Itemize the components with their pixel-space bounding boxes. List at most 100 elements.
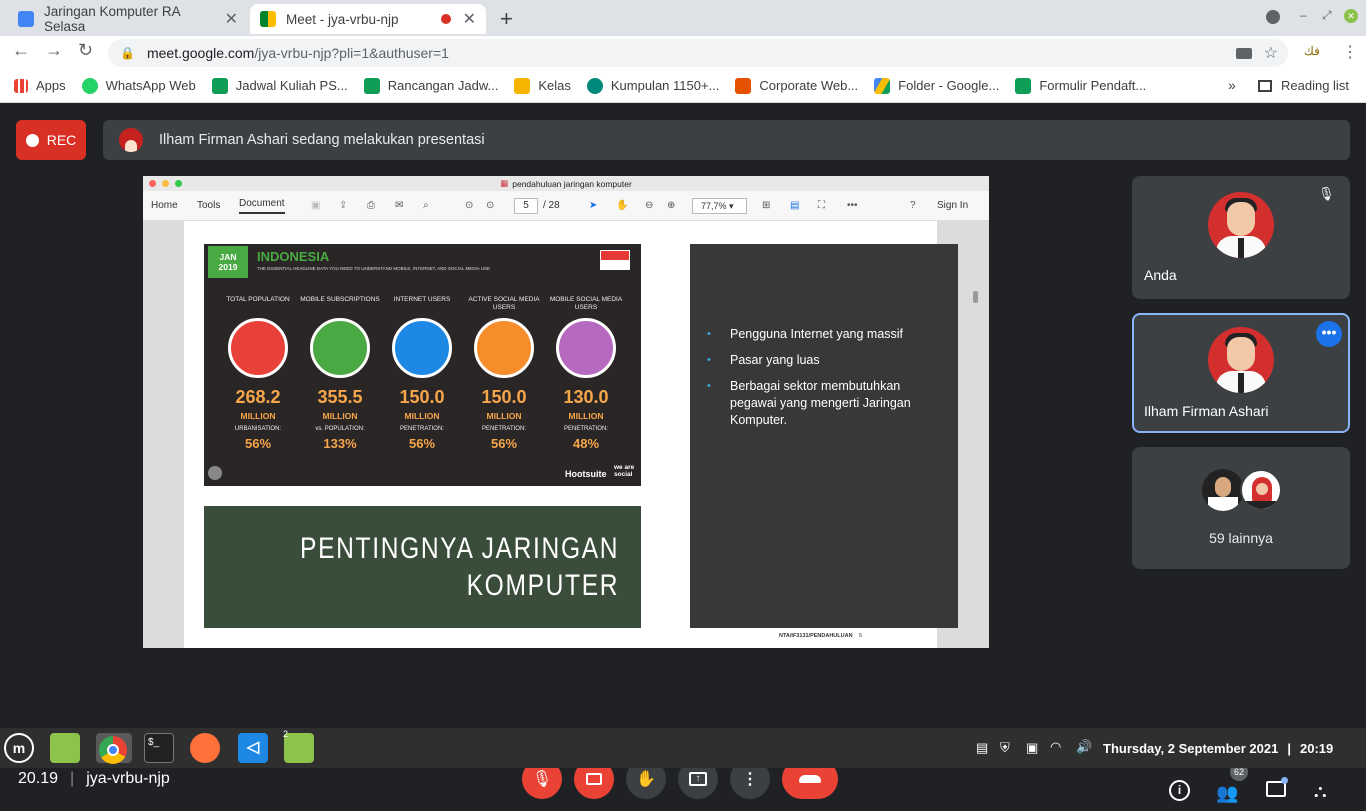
forward-icon[interactable]: → — [45, 40, 63, 61]
stat-sub-label: vs. POPULATION: — [315, 426, 365, 432]
stat-percent: 48% — [572, 436, 600, 451]
heading-line: PENTINGNYA JARINGAN — [299, 532, 619, 565]
wifi-icon[interactable]: ◠ — [1050, 739, 1061, 755]
activities-icon[interactable]: ⛬ — [1314, 781, 1327, 802]
stat-label: MOBILE SUBSCRIPTIONS — [300, 296, 380, 303]
fit-page-icon[interactable]: ⊞ — [762, 200, 770, 211]
bookmark-kelas[interactable]: Kelas — [514, 77, 571, 94]
tile-others[interactable]: 59 lainnya — [1132, 447, 1350, 569]
zoom-in-icon[interactable]: ⊕ — [667, 200, 675, 211]
rec-dot-icon — [25, 133, 39, 147]
shield-icon[interactable]: ⛨ — [1000, 740, 1010, 756]
help-icon[interactable]: ? — [910, 200, 916, 211]
tab-search-icon[interactable] — [1266, 10, 1280, 24]
badge-year: 2019 — [218, 262, 238, 272]
page-input[interactable]: 5 — [514, 197, 538, 214]
bookmark-label: WhatsApp Web — [105, 78, 196, 93]
tab-jaringan[interactable]: Jaringan Komputer RA Selasa ✕ — [8, 4, 248, 34]
slide-stats: JAN 2019 INDONESIA THE ESSENTIAL HEADLIN… — [204, 244, 641, 486]
bookmark-folder[interactable]: Folder - Google... — [874, 77, 1000, 94]
scroll-mode-icon[interactable]: ▤ — [790, 200, 799, 211]
more-options-icon[interactable]: ••• — [1316, 321, 1342, 347]
system-clock[interactable]: Thursday, 2 September 2021 | 20:19 — [1103, 741, 1333, 756]
stat-value: 150.0 — [399, 387, 445, 407]
new-tab-button[interactable]: + — [500, 6, 513, 32]
stat-sub-label: URBANISATION: — [234, 426, 282, 432]
menu-icon[interactable]: ⋮ — [1342, 42, 1358, 62]
drive-icon — [874, 77, 891, 94]
tab-meet[interactable]: Meet - jya-vrbu-njp ✕ — [250, 4, 486, 34]
minimize-dot-icon — [162, 180, 169, 187]
date-badge: JAN 2019 — [208, 246, 248, 278]
bookmark-kumpulan[interactable]: Kumpulan 1150+... — [586, 77, 719, 94]
rec-badge[interactable]: REC — [16, 120, 86, 160]
rec-label: REC — [46, 132, 77, 148]
vscode-icon[interactable]: ◁ — [238, 733, 268, 763]
fullscreen-icon[interactable]: ⛶ — [818, 200, 825, 211]
bookmark-rancangan[interactable]: Rancangan Jadw... — [363, 77, 498, 94]
save-icon[interactable]: ▣ — [311, 200, 320, 211]
terminal-icon[interactable]: $_ — [144, 733, 174, 763]
bookmarks-more-button[interactable]: » — [1228, 77, 1236, 93]
more-icon[interactable]: ••• — [847, 200, 858, 211]
pdf-menu-document[interactable]: Document — [239, 198, 285, 214]
firefox-icon[interactable] — [190, 733, 220, 763]
mint-menu-icon[interactable]: m — [4, 733, 34, 763]
bullet-item: Pengguna Internet yang massif — [707, 326, 950, 343]
stat-circle-icon — [392, 318, 452, 378]
close-window-icon[interactable]: ✕ — [1344, 9, 1358, 23]
bookmark-label: Folder - Google... — [898, 78, 1000, 93]
pdf-menu-tools[interactable]: Tools — [197, 200, 220, 211]
extension-icon[interactable]: فك — [1304, 44, 1320, 58]
bookmark-jadwal[interactable]: Jadwal Kuliah PS... — [211, 77, 348, 94]
pdf-page: JAN 2019 INDONESIA THE ESSENTIAL HEADLIN… — [184, 221, 958, 648]
search-icon[interactable]: ⌕ — [423, 200, 429, 211]
clock-time: 20:19 — [1299, 741, 1334, 756]
address-bar[interactable]: 🔒 meet.google.com/jya-vrbu-njp?pli=1&aut… — [108, 39, 1288, 67]
hand-icon[interactable]: ✋ — [616, 200, 628, 211]
bookmark-whatsapp[interactable]: WhatsApp Web — [81, 77, 196, 94]
page-down-icon[interactable]: ⊙ — [486, 200, 494, 211]
reload-icon[interactable]: ↻ — [78, 40, 93, 61]
restore-icon[interactable]: ⤢ — [1322, 8, 1332, 23]
files-icon[interactable] — [50, 733, 80, 763]
classroom-icon — [514, 77, 531, 94]
upload-icon[interactable]: ⇪ — [339, 200, 347, 211]
stat-sub-label: PENETRATION: — [482, 426, 526, 432]
volume-icon[interactable]: 🔊 — [1076, 739, 1092, 755]
page-up-icon[interactable]: ⊙ — [465, 200, 473, 211]
minimize-icon[interactable]: – — [1300, 8, 1307, 22]
bookmark-formulir[interactable]: Formulir Pendaft... — [1015, 77, 1146, 94]
chrome-app[interactable] — [96, 733, 132, 764]
clipboard-icon[interactable]: ▤ — [976, 740, 988, 756]
info-icon[interactable]: i — [1169, 780, 1190, 801]
pdf-menu-home[interactable]: Home — [151, 200, 178, 211]
reading-list-button[interactable]: Reading list — [1258, 78, 1349, 93]
meeting-code: jya-vrbu-njp — [86, 770, 170, 787]
url-path: /jya-vrbu-njp?pli=1&authuser=1 — [254, 45, 449, 61]
close-icon[interactable]: ✕ — [225, 9, 238, 29]
screenshot-icon[interactable]: ▣ — [1026, 740, 1038, 756]
close-icon[interactable]: ✕ — [463, 9, 476, 29]
pdf-scrollbar[interactable] — [973, 291, 978, 303]
files-window-icon[interactable] — [284, 733, 314, 763]
mail-icon[interactable]: ✉ — [395, 200, 403, 211]
print-icon[interactable]: ⎙ — [367, 200, 375, 211]
zoom-out-icon[interactable]: ⊖ — [645, 200, 653, 211]
bookmark-apps[interactable]: Apps — [14, 78, 66, 93]
bookmark-corporate[interactable]: Corporate Web... — [735, 77, 858, 94]
zoom-select[interactable]: 77,7% ▾ — [692, 197, 747, 214]
stat-value: 355.5 — [317, 387, 363, 407]
stat-sub-label: PENETRATION: — [400, 426, 444, 432]
star-icon[interactable]: ☆ — [1264, 43, 1278, 63]
back-icon[interactable]: ← — [12, 40, 30, 61]
people-icon[interactable]: 👥 — [1216, 783, 1238, 804]
sign-in-button[interactable]: Sign In — [937, 200, 968, 211]
cursor-icon[interactable]: ➤ — [589, 200, 597, 211]
camera-icon[interactable] — [1235, 47, 1252, 59]
hootsuite-logo: Hootsuite — [565, 469, 607, 479]
tile-self[interactable]: Anda 🎙 — [1132, 176, 1350, 299]
tile-presenter[interactable]: Ilham Firman Ashari ••• — [1132, 313, 1350, 433]
country-subtitle: THE ESSENTIAL HEADLINE DATA YOU NEED TO … — [257, 266, 490, 271]
meet-icon — [260, 11, 276, 27]
